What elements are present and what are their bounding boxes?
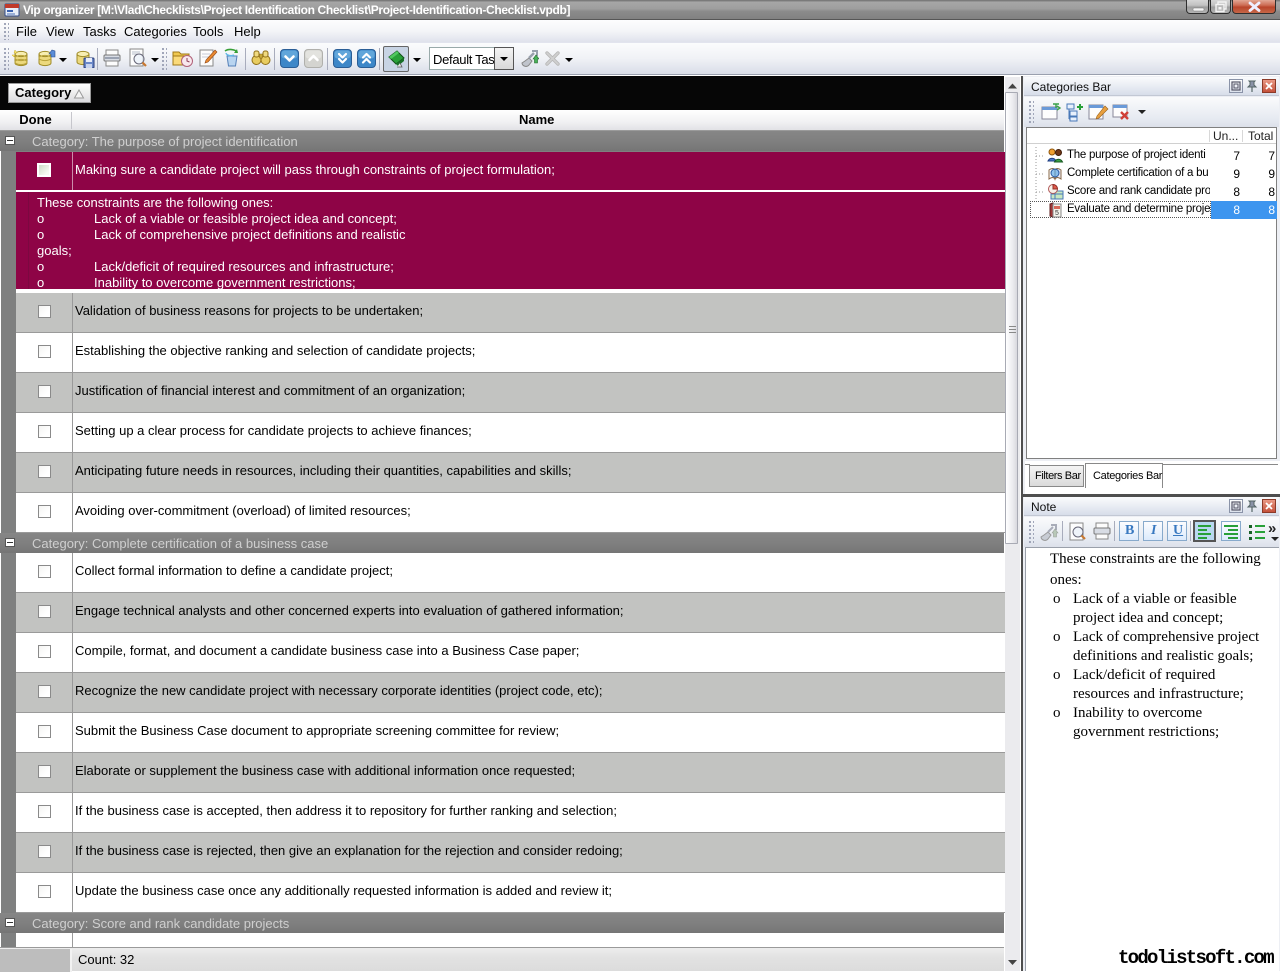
svg-text:5: 5 — [1055, 210, 1059, 217]
